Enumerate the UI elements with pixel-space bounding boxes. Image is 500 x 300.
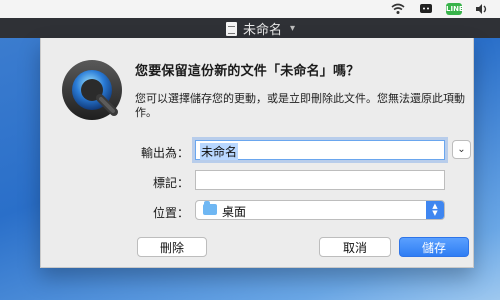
dialog-question: 您要保留這份新的文件「未命名」嗎？: [135, 64, 360, 79]
dialog-explanation: 您可以選擇儲存您的更動，或是立即刪除此文件。您無法還原此項動作。: [135, 92, 465, 119]
window-title-group[interactable]: 未命名 ▾: [226, 19, 295, 38]
save-button[interactable]: 儲存: [399, 237, 469, 257]
document-icon: [226, 21, 237, 36]
wifi-icon[interactable]: [390, 1, 406, 17]
location-popup[interactable]: 桌面 ▲ ▼: [195, 200, 445, 220]
line-icon[interactable]: LINE: [446, 1, 464, 17]
export-as-value: 未命名: [200, 143, 239, 160]
cancel-button[interactable]: 取消: [319, 237, 391, 257]
popup-stepper-icon: ▲ ▼: [426, 201, 444, 219]
tags-input[interactable]: [195, 170, 445, 190]
expand-dialog-button[interactable]: ⌄: [452, 140, 471, 159]
export-as-label: 輸出為：: [140, 146, 189, 160]
location-value: 桌面: [222, 205, 247, 219]
location-label: 位置：: [152, 206, 189, 220]
delete-button[interactable]: 刪除: [137, 237, 207, 257]
folder-icon: [203, 201, 217, 215]
chevron-down-icon: ⌄: [457, 144, 466, 155]
messaging-icon[interactable]: [418, 1, 434, 17]
menubar-tray: LINE: [390, 1, 490, 17]
export-as-input[interactable]: 未命名: [195, 140, 445, 160]
speaker-icon[interactable]: [474, 1, 490, 17]
system-menubar: LINE: [0, 0, 500, 19]
window-titlebar: 未命名 ▾: [0, 18, 500, 38]
line-badge-label: LINE: [446, 3, 464, 15]
save-sheet-dialog: 您要保留這份新的文件「未命名」嗎？ 您可以選擇儲存您的更動，或是立即刪除此文件。…: [40, 38, 474, 268]
tags-label: 標記：: [152, 176, 189, 190]
chevron-down-icon: ▾: [290, 23, 296, 34]
quicktime-icon: [60, 58, 124, 122]
window-title: 未命名: [243, 23, 283, 38]
